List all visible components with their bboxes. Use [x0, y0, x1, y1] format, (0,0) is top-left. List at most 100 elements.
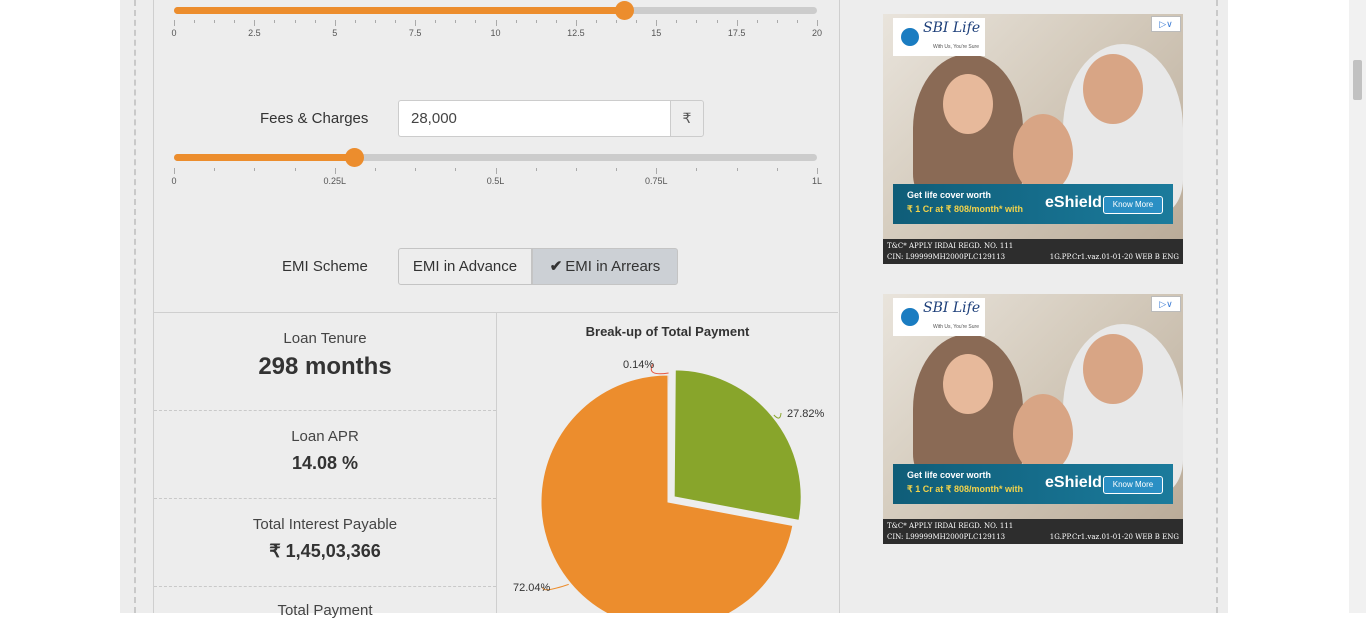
pie-label-connector — [773, 412, 782, 419]
slider-minor-tick — [294, 168, 296, 171]
tenure-slider-fill — [174, 7, 625, 14]
slider-minor-tick — [455, 168, 457, 171]
result-divider — [154, 498, 496, 499]
ad-footer-code: 1G.PP.Cr1.vaz.01-01-20 WEB B ENG — [1049, 253, 1179, 261]
fees-slider-scale: 0 0.25L 0.5L 0.75L 1L — [171, 168, 822, 192]
total-interest-result: Total Interest Payable ₹ 1,45,03,366 — [154, 516, 496, 562]
know-more-button[interactable]: Know More — [1103, 476, 1163, 494]
ad-photo-woman — [913, 54, 1023, 204]
emi-in-arrears-label: EMI in Arrears — [565, 258, 661, 275]
ad-offer: ₹ 1 Cr at ₹ 808/month* with — [907, 484, 1023, 494]
slider-minor-tick — [374, 20, 376, 23]
slider-minor-tick — [234, 20, 236, 23]
scrollbar-thumb[interactable] — [1353, 60, 1362, 100]
slider-minor-tick — [415, 168, 417, 171]
slider-tick-label: 2.5 — [248, 28, 261, 38]
sbi-life-logo: SBI Life With Us, You're Sure — [893, 298, 985, 336]
slider-minor-tick — [756, 20, 758, 23]
total-payment-result: Total Payment — [154, 602, 496, 619]
slider-minor-tick — [515, 20, 517, 23]
ad-brand: SBI Life — [923, 300, 981, 316]
result-divider — [154, 410, 496, 411]
ad-tagline: With Us, You're Sure — [933, 44, 979, 50]
pie-slice-label: 27.82% — [787, 408, 825, 420]
slider-minor-tick — [274, 20, 276, 23]
slider-tick-label: 20 — [811, 28, 823, 38]
slider-minor-tick — [354, 20, 356, 23]
slider-tick-label: 12.5 — [567, 28, 585, 38]
slider-minor-tick — [214, 168, 216, 171]
left-dashed-border — [134, 0, 136, 613]
tenure-slider[interactable] — [174, 1, 817, 20]
slider-minor-tick — [254, 168, 256, 171]
slider-minor-tick — [455, 20, 457, 23]
slider-minor-tick — [776, 168, 778, 171]
know-more-button[interactable]: Know More — [1103, 196, 1163, 214]
ad-photo-woman — [913, 334, 1023, 484]
slider-tick — [254, 20, 256, 26]
slider-tick-label: 10 — [490, 28, 501, 38]
ad-offer-banner: Get life cover worth ₹ 1 Cr at ₹ 808/mon… — [893, 184, 1173, 224]
chart-title: Break-up of Total Payment — [585, 324, 750, 339]
slider-tick — [174, 20, 175, 26]
ad-tagline: With Us, You're Sure — [933, 324, 979, 330]
total-interest-value: ₹ 1,45,03,366 — [269, 541, 381, 561]
ad-headline: Get life cover worth — [907, 470, 992, 480]
slider-tick — [174, 168, 175, 174]
fees-slider-handle[interactable] — [345, 148, 365, 167]
loan-apr-title: Loan APR — [291, 428, 359, 445]
page-scrollbar[interactable] — [1349, 0, 1366, 613]
ad-footer-regd: T&C* APPLY IRDAI REGD. NO. 111 — [887, 242, 1014, 250]
adchoices-icon[interactable]: ▷∨ — [1151, 16, 1181, 32]
payment-breakup-pie-chart: 0.14% 27.82% 72.04% — [513, 359, 825, 613]
slider-minor-tick — [736, 168, 738, 171]
adchoices-icon[interactable]: ▷∨ — [1151, 296, 1181, 312]
slider-minor-tick — [616, 20, 618, 23]
ad-product: eShield — [1045, 474, 1102, 491]
slider-tick-label: 0.5L — [486, 176, 505, 186]
rupee-addon: ₹ — [670, 100, 704, 137]
slider-minor-tick — [796, 20, 798, 23]
slider-minor-tick — [535, 168, 537, 171]
loan-apr-result: Loan APR 14.08 % — [154, 428, 496, 474]
slider-minor-tick — [696, 168, 698, 171]
total-interest-title: Total Interest Payable — [252, 516, 398, 533]
sbi-life-logo: SBI Life With Us, You're Sure — [893, 18, 985, 56]
slider-minor-tick — [696, 20, 698, 23]
slider-minor-tick — [535, 20, 537, 23]
slider-minor-tick — [475, 20, 477, 23]
ad-photo-girl — [1013, 394, 1073, 474]
slider-minor-tick — [214, 20, 216, 23]
slider-tick-label: 7.5 — [408, 28, 422, 38]
fees-slider[interactable] — [174, 148, 817, 167]
loan-tenure-value: 298 months — [258, 353, 392, 380]
slider-minor-tick — [616, 168, 618, 171]
ad-brand: SBI Life — [923, 20, 981, 36]
ad-product: eShield — [1045, 194, 1102, 211]
sbi-life-advertisement[interactable]: SBI Life With Us, You're Sure ▷∨ Get lif… — [883, 294, 1183, 544]
emi-in-arrears-button[interactable]: ✔ EMI in Arrears — [532, 248, 678, 285]
result-divider — [154, 586, 496, 587]
ad-footer-regd: T&C* APPLY IRDAI REGD. NO. 111 — [887, 522, 1014, 530]
ad-photo-girl — [1013, 114, 1073, 194]
slider-tick-label: 1L — [811, 176, 823, 186]
slider-tick — [334, 168, 336, 174]
ad-footer-code: 1G.PP.Cr1.vaz.01-01-20 WEB B ENG — [1049, 533, 1179, 541]
pie-slice[interactable] — [673, 369, 802, 521]
slider-tick-label: 0 — [171, 28, 177, 38]
sbi-life-advertisement[interactable]: SBI Life With Us, You're Sure ▷∨ Get lif… — [883, 14, 1183, 264]
slider-minor-tick — [374, 168, 376, 171]
tenure-slider-handle[interactable] — [615, 1, 635, 20]
right-dashed-border — [1216, 0, 1218, 613]
slider-minor-tick — [294, 20, 296, 23]
emi-in-advance-button[interactable]: EMI in Advance — [398, 248, 532, 285]
fees-input[interactable]: 28,000 — [398, 100, 670, 137]
slider-minor-tick — [194, 20, 196, 23]
slider-minor-tick — [575, 168, 577, 171]
ad-offer-banner: Get life cover worth ₹ 1 Cr at ₹ 808/mon… — [893, 464, 1173, 504]
slider-minor-tick — [435, 20, 437, 23]
fees-slider-fill — [174, 154, 355, 161]
ad-footer: T&C* APPLY IRDAI REGD. NO. 111 CIN: L999… — [883, 519, 1183, 544]
emi-scheme-label: EMI Scheme — [282, 258, 368, 275]
slider-minor-tick — [395, 20, 397, 23]
